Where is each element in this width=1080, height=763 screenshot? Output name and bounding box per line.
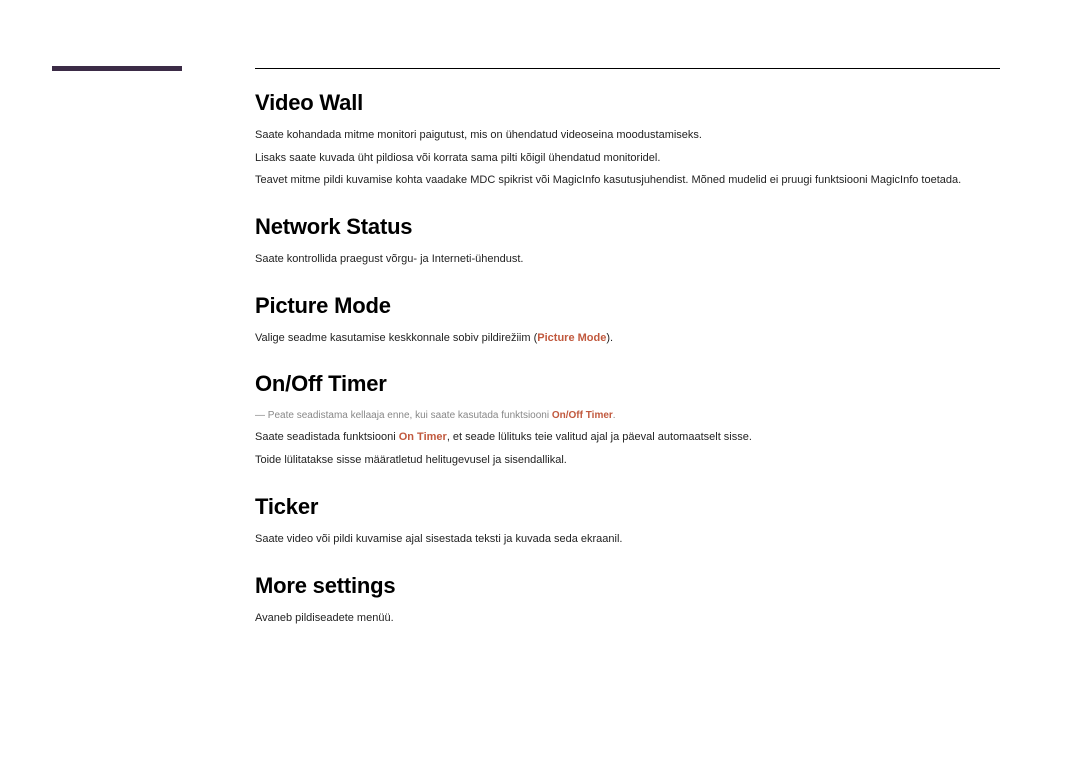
side-accent-bar [52,66,182,71]
on-off-timer-p2: Toide lülitatakse sisse määratletud heli… [255,451,1000,470]
on-off-timer-note: Peate seadistama kellaaja enne, kui saat… [255,407,1000,424]
video-wall-p1: Saate kohandada mitme monitori paigutust… [255,126,1000,145]
section-video-wall: Video Wall Saate kohandada mitme monitor… [255,90,1000,190]
on-off-timer-note-before: Peate seadistama kellaaja enne, kui saat… [268,410,552,421]
more-settings-p1: Avaneb pildiseadete menüü. [255,609,1000,628]
picture-mode-p1-before: Valige seadme kasutamise keskkonnale sob… [255,332,537,344]
on-off-timer-p1-before: Saate seadistada funktsiooni [255,431,399,443]
section-more-settings: More settings Avaneb pildiseadete menüü. [255,573,1000,628]
section-on-off-timer: On/Off Timer Peate seadistama kellaaja e… [255,371,1000,469]
picture-mode-p1-after: ). [606,332,613,344]
heading-video-wall: Video Wall [255,90,1000,116]
video-wall-p3: Teavet mitme pildi kuvamise kohta vaadak… [255,171,1000,190]
heading-on-off-timer: On/Off Timer [255,371,1000,397]
on-off-timer-p1-accent: On Timer [399,431,447,443]
on-off-timer-note-accent: On/Off Timer [552,410,613,421]
top-divider [255,68,1000,69]
picture-mode-accent: Picture Mode [537,332,606,344]
on-off-timer-note-after: . [613,410,616,421]
on-off-timer-p1-after: , et seade lülituks teie valitud ajal ja… [447,431,752,443]
section-network-status: Network Status Saate kontrollida praegus… [255,214,1000,269]
heading-more-settings: More settings [255,573,1000,599]
heading-network-status: Network Status [255,214,1000,240]
heading-ticker: Ticker [255,494,1000,520]
heading-picture-mode: Picture Mode [255,293,1000,319]
picture-mode-p1: Valige seadme kasutamise keskkonnale sob… [255,329,1000,348]
section-picture-mode: Picture Mode Valige seadme kasutamise ke… [255,293,1000,348]
ticker-p1: Saate video või pildi kuvamise ajal sise… [255,530,1000,549]
section-ticker: Ticker Saate video või pildi kuvamise aj… [255,494,1000,549]
on-off-timer-p1: Saate seadistada funktsiooni On Timer, e… [255,428,1000,447]
main-content: Video Wall Saate kohandada mitme monitor… [255,90,1000,651]
network-status-p1: Saate kontrollida praegust võrgu- ja Int… [255,250,1000,269]
video-wall-p2: Lisaks saate kuvada üht pildiosa või kor… [255,149,1000,168]
